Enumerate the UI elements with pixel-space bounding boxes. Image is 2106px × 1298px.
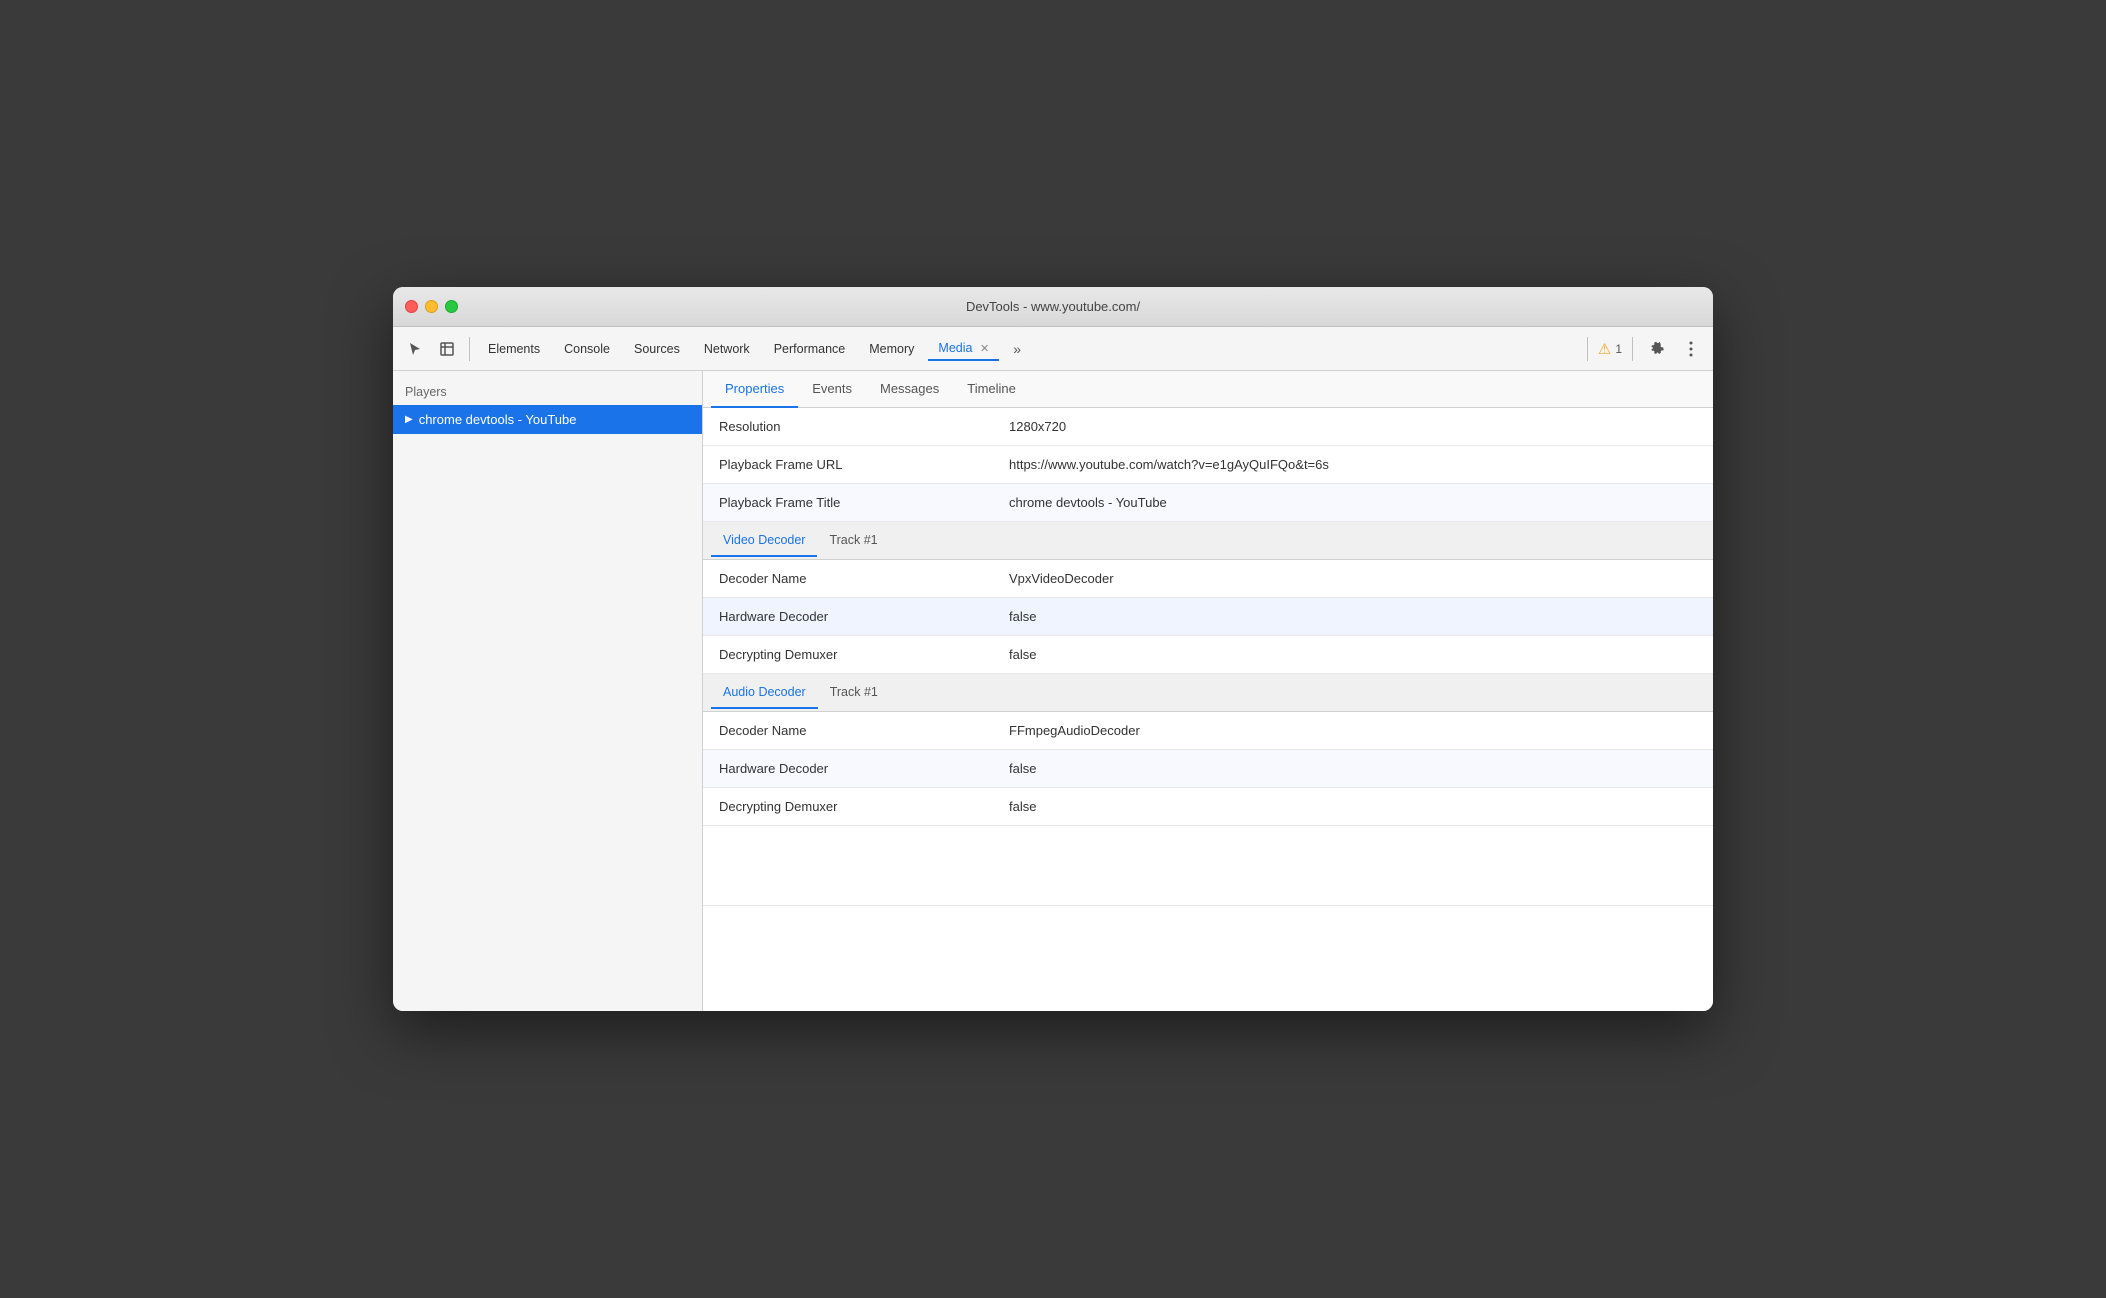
prop-value-ad-demux: false [993,790,1713,823]
properties-table: Resolution 1280x720 Playback Frame URL h… [703,408,1713,1011]
tab-audio-track1[interactable]: Track #1 [818,677,890,709]
gear-icon [1649,341,1665,357]
table-row: Decrypting Demuxer false [703,636,1713,674]
cursor-icon [407,341,423,357]
warning-badge[interactable]: ⚠ 1 [1598,340,1622,358]
prop-key-resolution: Resolution [703,410,993,443]
toolbar: Elements Console Sources Network Perform… [393,327,1713,371]
prop-key-ad-name: Decoder Name [703,714,993,747]
content-area: Players ▶ chrome devtools - YouTube Prop… [393,371,1713,1011]
video-decoder-section-header: Video Decoder Track #1 [703,522,1713,560]
maximize-button[interactable] [445,300,458,313]
settings-button[interactable] [1643,335,1671,363]
close-button[interactable] [405,300,418,313]
sidebar-item-label: chrome devtools - YouTube [419,412,577,427]
toolbar-divider-2 [1587,337,1588,361]
tab-events[interactable]: Events [798,371,866,408]
tab-elements[interactable]: Elements [478,338,550,360]
tab-memory[interactable]: Memory [859,338,924,360]
table-row: Playback Frame URL https://www.youtube.c… [703,446,1713,484]
table-row: Resolution 1280x720 [703,408,1713,446]
more-options-icon [1689,341,1693,357]
inspect-icon [439,341,455,357]
empty-row-2 [703,906,1713,946]
tab-media[interactable]: Media ✕ [928,337,999,361]
table-row: Hardware Decoder false [703,598,1713,636]
tab-properties[interactable]: Properties [711,371,798,408]
more-options-button[interactable] [1677,335,1705,363]
sub-tabs-bar: Properties Events Messages Timeline [703,371,1713,408]
main-panel: Properties Events Messages Timeline Reso… [703,371,1713,1011]
cursor-icon-btn[interactable] [401,335,429,363]
sidebar-header: Players [393,379,702,405]
expand-triangle-icon: ▶ [405,414,413,425]
tab-console[interactable]: Console [554,338,620,360]
prop-key-ad-demux: Decrypting Demuxer [703,790,993,823]
prop-value-playback-title: chrome devtools - YouTube [993,486,1713,519]
window-title: DevTools - www.youtube.com/ [966,299,1140,314]
table-row: Hardware Decoder false [703,750,1713,788]
toolbar-divider-1 [469,337,470,361]
audio-decoder-section-header: Audio Decoder Track #1 [703,674,1713,712]
prop-value-ad-name: FFmpegAudioDecoder [993,714,1713,747]
tab-messages[interactable]: Messages [866,371,953,408]
prop-value-ad-hw: false [993,752,1713,785]
title-bar: DevTools - www.youtube.com/ [393,287,1713,327]
prop-key-ad-hw: Hardware Decoder [703,752,993,785]
toolbar-divider-3 [1632,337,1633,361]
table-row: Decrypting Demuxer false [703,788,1713,826]
tab-sources[interactable]: Sources [624,338,690,360]
prop-value-playback-url: https://www.youtube.com/watch?v=e1gAyQuI… [993,448,1713,481]
table-row: Decoder Name VpxVideoDecoder [703,560,1713,598]
prop-value-vd-hw: false [993,600,1713,633]
prop-key-vd-demux: Decrypting Demuxer [703,638,993,671]
inspect-icon-btn[interactable] [433,335,461,363]
empty-row-1 [703,826,1713,906]
tab-video-track1[interactable]: Track #1 [817,525,889,557]
prop-value-resolution: 1280x720 [993,410,1713,443]
tab-network[interactable]: Network [694,338,760,360]
minimize-button[interactable] [425,300,438,313]
more-tabs-button[interactable]: » [1003,335,1031,363]
prop-key-playback-url: Playback Frame URL [703,448,993,481]
prop-key-vd-name: Decoder Name [703,562,993,595]
tab-video-decoder[interactable]: Video Decoder [711,525,817,557]
table-row: Decoder Name FFmpegAudioDecoder [703,712,1713,750]
close-media-tab-icon[interactable]: ✕ [980,343,989,355]
prop-value-vd-demux: false [993,638,1713,671]
table-row: Playback Frame Title chrome devtools - Y… [703,484,1713,522]
prop-key-playback-title: Playback Frame Title [703,486,993,519]
warning-count: 1 [1615,342,1622,356]
prop-key-vd-hw: Hardware Decoder [703,600,993,633]
sidebar: Players ▶ chrome devtools - YouTube [393,371,703,1011]
toolbar-right: ⚠ 1 [1583,335,1705,363]
tab-audio-decoder[interactable]: Audio Decoder [711,677,818,709]
devtools-window: DevTools - www.youtube.com/ Elements Con… [393,287,1713,1011]
warning-icon: ⚠ [1598,340,1611,358]
tab-timeline[interactable]: Timeline [953,371,1030,408]
tab-performance[interactable]: Performance [764,338,856,360]
sidebar-item-youtube[interactable]: ▶ chrome devtools - YouTube [393,405,702,434]
traffic-lights [405,300,458,313]
prop-value-vd-name: VpxVideoDecoder [993,562,1713,595]
